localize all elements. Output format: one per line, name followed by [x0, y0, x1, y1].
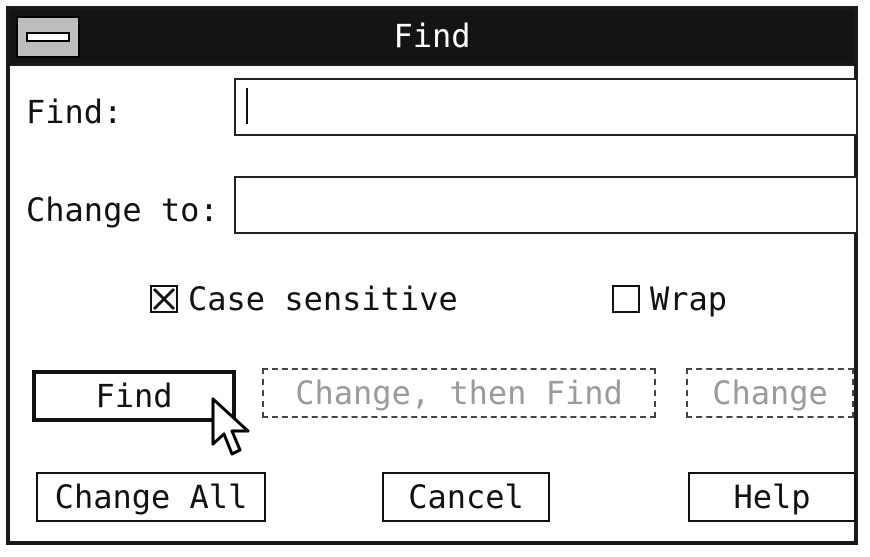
mouse-pointer-icon	[211, 397, 250, 456]
unchecked-box-icon	[612, 285, 640, 313]
wrap-label: Wrap	[650, 280, 728, 318]
case-sensitive-checkbox[interactable]: Case sensitive	[150, 280, 458, 318]
text-caret	[246, 88, 248, 124]
change-button[interactable]: Change	[686, 368, 854, 418]
wrap-checkbox[interactable]: Wrap	[612, 280, 727, 318]
find-label: Find:	[26, 93, 123, 131]
find-button[interactable]: Find	[32, 370, 236, 422]
find-button-label: Find	[95, 377, 173, 415]
help-button[interactable]: Help	[688, 472, 856, 522]
title-bar: Find	[10, 10, 854, 66]
checked-box-icon	[150, 285, 178, 313]
change-then-find-button[interactable]: Change, then Find	[262, 368, 656, 418]
case-sensitive-label: Case sensitive	[188, 280, 458, 318]
window-title: Find	[393, 17, 471, 55]
change-all-button[interactable]: Change All	[36, 472, 266, 522]
system-menu-button[interactable]	[16, 16, 80, 58]
find-dialog: Find Find: Change to: Case sensitive Wra…	[6, 6, 858, 545]
help-label: Help	[733, 478, 811, 516]
change-to-input[interactable]	[234, 176, 858, 234]
change-to-label: Change to:	[26, 191, 219, 229]
cancel-button[interactable]: Cancel	[382, 472, 550, 522]
change-all-label: Change All	[54, 478, 248, 516]
cancel-label: Cancel	[408, 478, 524, 516]
change-label: Change	[712, 374, 828, 412]
system-menu-icon	[26, 32, 70, 42]
change-then-find-label: Change, then Find	[295, 374, 623, 412]
find-input[interactable]	[234, 78, 858, 136]
